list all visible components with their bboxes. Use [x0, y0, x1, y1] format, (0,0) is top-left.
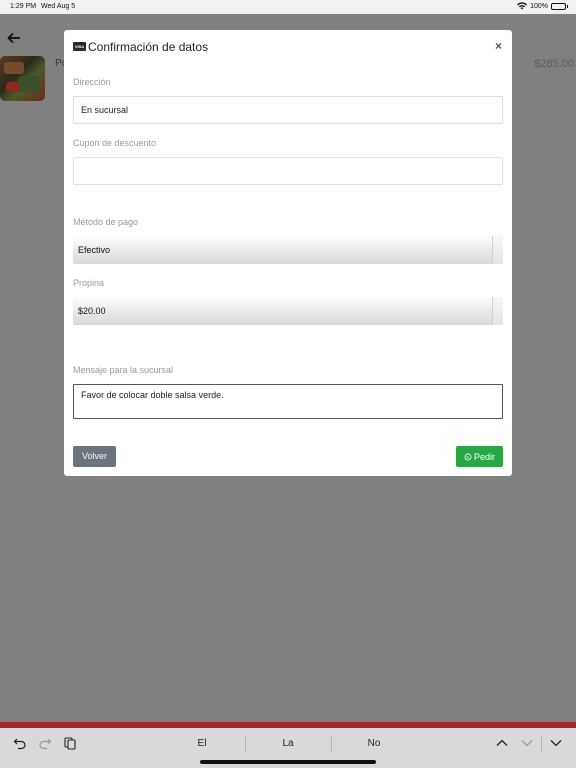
close-button[interactable]: × — [495, 39, 502, 53]
back-button[interactable]: Volver — [73, 446, 116, 467]
toolbar-divider — [541, 736, 542, 752]
payment-method-value: Efectivo — [78, 245, 111, 255]
wifi-icon — [517, 2, 528, 10]
battery-icon — [551, 2, 568, 10]
select-arrow-icon — [492, 236, 503, 264]
tip-label: Propina — [73, 278, 105, 288]
suggestion-3[interactable]: No — [329, 738, 419, 749]
coupon-label: Cupon de descuento — [73, 138, 157, 148]
paste-icon[interactable] — [63, 736, 77, 750]
back-arrow-icon[interactable] — [6, 30, 22, 46]
battery-percent: 100% — [530, 2, 548, 10]
product-price: $285.00 — [534, 58, 574, 70]
payment-method-select[interactable]: Efectivo — [73, 236, 503, 264]
modal-title: Confirmación de datos — [88, 40, 209, 54]
address-input[interactable]: En sucursal — [73, 96, 503, 124]
order-button-label: Pedir — [473, 451, 495, 462]
dismiss-keyboard-icon[interactable] — [549, 736, 563, 750]
whatsapp-icon — [464, 453, 472, 460]
suggestion-1[interactable]: El — [157, 738, 247, 749]
tip-value: $20.00 — [78, 306, 106, 316]
credit-card-icon: VISA — [73, 42, 86, 51]
confirmation-modal: VISA Confirmación de datos × Dirección E… — [64, 30, 512, 476]
home-indicator — [200, 760, 376, 764]
status-time: 1:29 PM — [10, 3, 37, 10]
status-bar: 1:29 PM Wed Aug 5 100% — [0, 0, 576, 14]
message-label: Mensaje para la sucursal — [73, 365, 174, 375]
select-arrow-icon — [492, 297, 503, 325]
message-textarea[interactable]: Favor de colocar doble salsa verde. — [73, 384, 503, 419]
modal-header: VISA Confirmación de datos × — [64, 30, 512, 64]
suggestion-2[interactable]: La — [243, 738, 333, 749]
payment-method-label: Método de pago — [73, 217, 139, 227]
coupon-input[interactable] — [73, 157, 503, 185]
address-label: Dirección — [73, 77, 111, 87]
status-date: Wed Aug 5 — [41, 3, 76, 10]
tip-select[interactable]: $20.00 — [73, 297, 503, 325]
chevron-down-icon[interactable] — [520, 736, 534, 750]
status-right: 100% — [517, 2, 568, 10]
redo-icon[interactable] — [38, 736, 52, 750]
product-thumbnail — [0, 56, 45, 101]
order-button[interactable]: Pedir — [456, 446, 503, 467]
keyboard-shortcut-bar: El La No — [0, 728, 576, 768]
chevron-up-icon[interactable] — [495, 736, 509, 750]
undo-icon[interactable] — [13, 736, 27, 750]
